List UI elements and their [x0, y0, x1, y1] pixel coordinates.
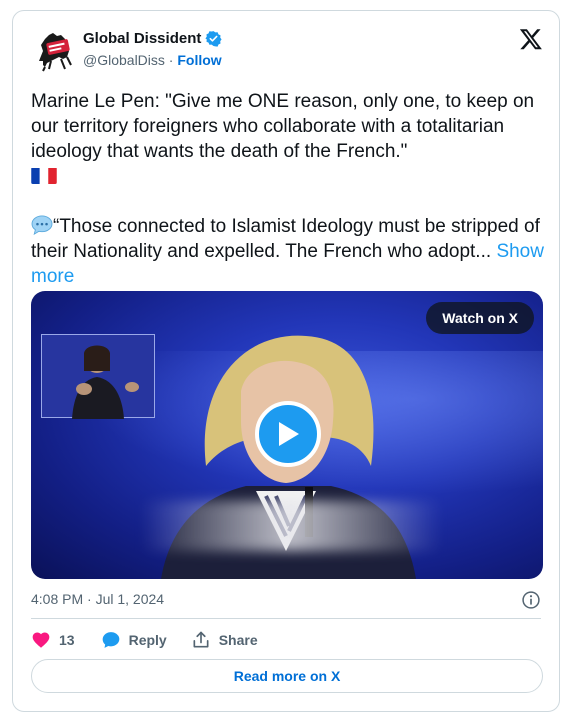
- like-button[interactable]: 13: [31, 630, 75, 650]
- action-bar: 13 Reply Share: [31, 630, 258, 650]
- verified-badge-icon: [205, 31, 222, 47]
- quote-text-1: Marine Le Pen: "Give me ONE reason, only…: [31, 91, 535, 162]
- handle-row: @GlobalDiss · Follow: [83, 52, 222, 68]
- tweet-text: Marine Le Pen: "Give me ONE reason, only…: [31, 89, 551, 289]
- quote-text-2: “Those connected to Islamist Ideology mu…: [31, 216, 540, 262]
- divider: [31, 618, 541, 619]
- french-flag-icon: [31, 167, 57, 184]
- reply-button[interactable]: Reply: [101, 630, 167, 650]
- separator-dot: ·: [168, 52, 174, 68]
- sign-language-inset: [41, 334, 155, 419]
- share-label: Share: [218, 632, 258, 648]
- video-player[interactable]: Watch on X: [31, 291, 543, 579]
- info-icon[interactable]: [521, 590, 541, 610]
- heart-icon: [32, 632, 50, 648]
- author-name[interactable]: Global Dissident: [83, 30, 201, 47]
- author-handle[interactable]: @GlobalDiss: [83, 52, 165, 68]
- tweet-embed-card: Global Dissident @GlobalDiss · Follow Ma…: [12, 10, 560, 712]
- timestamp[interactable]: 4:08 PM · Jul 1, 2024: [31, 591, 164, 607]
- reply-bubble-icon: [102, 632, 119, 648]
- tweet-paragraph-2: “Those connected to Islamist Ideology mu…: [31, 214, 551, 289]
- follow-button[interactable]: Follow: [177, 52, 221, 68]
- play-icon: [279, 422, 299, 446]
- avatar[interactable]: [31, 27, 77, 73]
- read-more-button[interactable]: Read more on X: [31, 659, 543, 693]
- blurred-lectern: [141, 501, 441, 551]
- tweet-paragraph-1: Marine Le Pen: "Give me ONE reason, only…: [31, 89, 551, 189]
- share-button[interactable]: Share: [191, 630, 258, 650]
- watch-on-x-button[interactable]: Watch on X: [426, 302, 534, 334]
- x-logo-icon[interactable]: [519, 27, 543, 51]
- play-button[interactable]: [255, 401, 321, 467]
- share-icon: [193, 631, 209, 648]
- like-count: 13: [59, 632, 75, 648]
- reply-label: Reply: [128, 632, 167, 648]
- speech-bubble-icon: [31, 215, 53, 235]
